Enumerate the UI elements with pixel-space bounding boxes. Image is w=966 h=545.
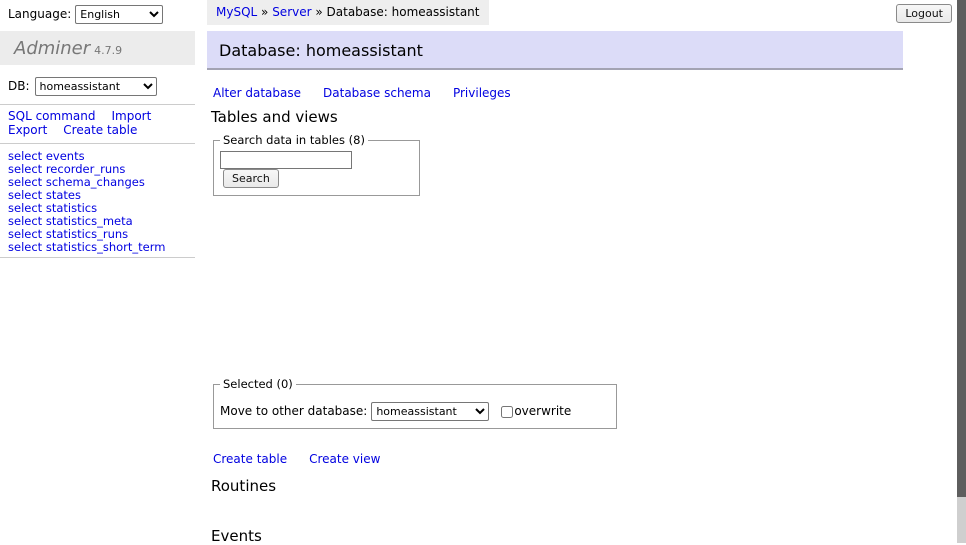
breadcrumb-current: Database: homeassistant — [327, 5, 480, 19]
selected-legend: Selected (0) — [220, 377, 296, 391]
sidebar-actions-row1: SQL command Import — [8, 110, 193, 124]
database-action-link[interactable]: Privileges — [453, 86, 511, 100]
adminer-brand: Adminer 4.7.9 — [0, 31, 195, 65]
overwrite-label: overwrite — [514, 404, 571, 418]
sidebar-divider — [0, 104, 195, 105]
events-heading: Events — [211, 527, 262, 545]
breadcrumb-separator: » — [257, 5, 272, 19]
sidebar-divider — [0, 143, 195, 144]
database-action-link[interactable]: Database schema — [323, 86, 431, 100]
sidebar-actions-row2: Export Create table — [8, 124, 193, 138]
scrollbar-thumb[interactable] — [957, 0, 966, 497]
search-fieldset: Search data in tables (8) Search — [213, 133, 420, 196]
move-db-select[interactable]: homeassistant — [371, 402, 489, 421]
brand-name: Adminer — [14, 38, 90, 59]
brand-version: 4.7.9 — [94, 44, 122, 57]
sidebar-action-link[interactable]: Import — [111, 109, 151, 123]
sidebar-action-link[interactable]: Export — [8, 123, 47, 137]
vertical-scrollbar[interactable] — [957, 0, 966, 543]
sidebar-action-link[interactable]: Create table — [63, 123, 137, 137]
routines-heading: Routines — [211, 477, 276, 495]
db-selector-row: DB: homeassistant — [8, 77, 157, 96]
db-select[interactable]: homeassistant — [35, 77, 157, 96]
move-label: Move to other database: — [220, 404, 367, 418]
tables-heading: Tables and views — [211, 108, 338, 126]
database-links: Alter database Database schema Privileges — [213, 86, 533, 100]
language-label: Language: — [8, 7, 71, 21]
search-input[interactable] — [220, 151, 352, 169]
selected-fieldset: Selected (0) Move to other database: home… — [213, 377, 617, 429]
database-action-link[interactable]: Alter database — [213, 86, 301, 100]
search-button[interactable]: Search — [223, 169, 279, 188]
create-link[interactable]: Create view — [309, 452, 380, 466]
language-row: Language: English — [8, 5, 163, 24]
sidebar-table-links: select eventsselect recorder_runsselect … — [8, 150, 193, 254]
logout-button[interactable]: Logout — [896, 4, 952, 23]
page-title: Database: homeassistant — [207, 31, 903, 70]
overwrite-checkbox[interactable] — [501, 406, 513, 418]
sidebar-divider — [0, 257, 195, 258]
sidebar-select-link[interactable]: select statistics_short_term — [8, 241, 193, 254]
create-links: Create table Create view — [213, 452, 402, 466]
language-select[interactable]: English — [75, 5, 163, 24]
breadcrumb: MySQL » Server » Database: homeassistant — [207, 0, 489, 25]
breadcrumb-link[interactable]: MySQL — [216, 5, 257, 19]
create-link[interactable]: Create table — [213, 452, 287, 466]
breadcrumb-link[interactable]: Server — [272, 5, 311, 19]
db-label: DB: — [8, 79, 30, 93]
breadcrumb-separator: » — [312, 5, 327, 19]
move-row: Move to other database: homeassistant over… — [220, 402, 610, 421]
sidebar-actions: SQL command Import Export Create table — [8, 110, 193, 137]
sidebar-action-link[interactable]: SQL command — [8, 109, 95, 123]
search-legend: Search data in tables (8) — [220, 133, 368, 147]
